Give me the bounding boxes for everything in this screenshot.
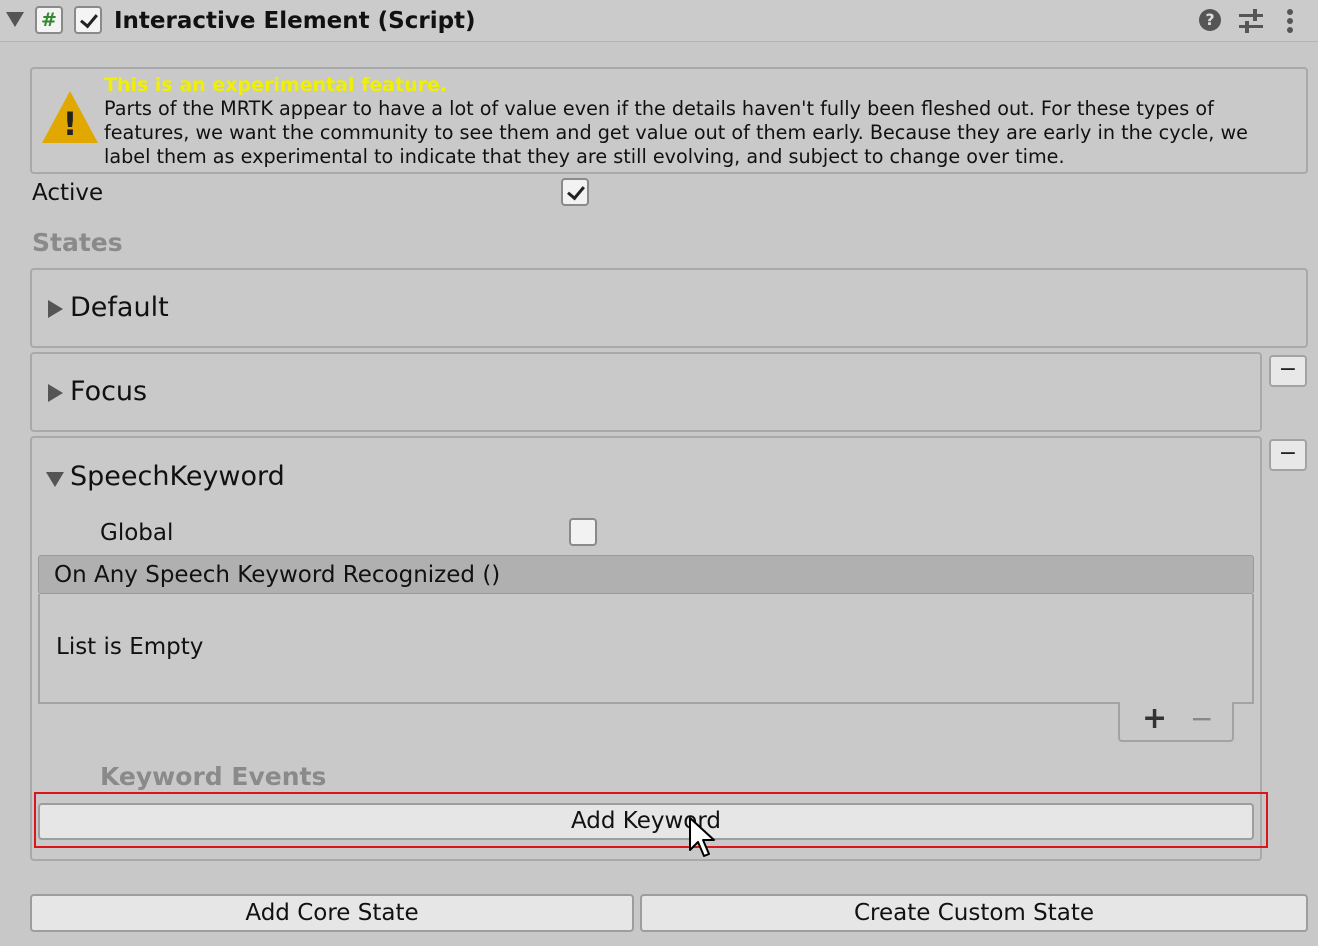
- component-header: # Interactive Element (Script) ?: [0, 0, 1318, 42]
- component-enabled-checkbox[interactable]: [74, 6, 102, 34]
- remove-event-button[interactable]: −: [1190, 704, 1213, 734]
- list-empty-label: List is Empty: [56, 634, 204, 660]
- remove-speech-keyword-state-button[interactable]: −: [1269, 439, 1307, 471]
- states-header: States: [32, 228, 123, 257]
- remove-focus-state-button[interactable]: −: [1269, 355, 1307, 387]
- warning-exclamation-icon: !: [62, 105, 78, 143]
- keyword-events-header: Keyword Events: [100, 762, 327, 791]
- add-event-button[interactable]: +: [1142, 704, 1167, 734]
- expand-arrow-icon[interactable]: [48, 300, 63, 318]
- global-label: Global: [100, 520, 174, 546]
- create-custom-state-button[interactable]: Create Custom State: [640, 894, 1308, 932]
- checkmark-icon: [567, 181, 585, 201]
- state-title[interactable]: Default: [70, 291, 169, 325]
- more-vertical-icon[interactable]: [1284, 7, 1296, 35]
- active-label: Active: [32, 180, 104, 206]
- add-core-state-button[interactable]: Add Core State: [30, 894, 634, 932]
- experimental-warning: ! This is an experimental feature. Parts…: [30, 67, 1308, 174]
- state-focus: Focus: [30, 352, 1262, 432]
- checkmark-icon: [80, 9, 98, 29]
- event-list-body: List is Empty: [38, 594, 1254, 704]
- state-title[interactable]: SpeechKeyword: [70, 460, 285, 494]
- global-checkbox[interactable]: [569, 518, 597, 546]
- settings-sliders-icon[interactable]: [1238, 8, 1264, 34]
- help-icon[interactable]: ?: [1199, 9, 1221, 31]
- foldout-arrow-icon[interactable]: [6, 12, 24, 27]
- event-list-title: On Any Speech Keyword Recognized (): [54, 562, 501, 588]
- state-title[interactable]: Focus: [70, 375, 147, 409]
- expand-arrow-icon[interactable]: [48, 384, 63, 402]
- warning-body: Parts of the MRTK appear to have a lot o…: [104, 97, 1248, 168]
- warning-title: This is an experimental feature.: [104, 74, 448, 96]
- component-title: Interactive Element (Script): [114, 8, 476, 34]
- active-checkbox[interactable]: [561, 178, 589, 206]
- state-default: Default: [30, 268, 1308, 348]
- event-list-header: On Any Speech Keyword Recognized (): [38, 555, 1254, 594]
- script-icon: #: [35, 6, 63, 34]
- mouse-cursor-icon: [689, 817, 715, 857]
- event-list-footer: + −: [1118, 702, 1234, 742]
- add-keyword-button[interactable]: Add Keyword: [38, 803, 1254, 840]
- collapse-arrow-icon[interactable]: [46, 472, 64, 487]
